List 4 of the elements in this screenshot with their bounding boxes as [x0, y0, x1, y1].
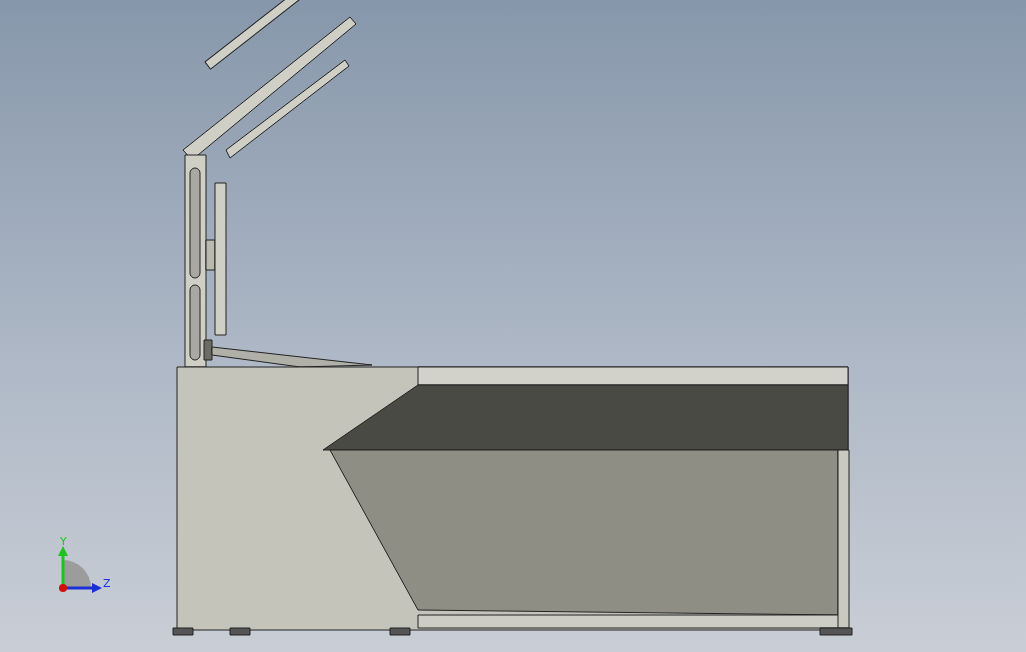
axis-label: Y — [60, 535, 67, 548]
triad-plane-drawing — [63, 560, 91, 588]
axis-label: Z — [103, 577, 111, 590]
origin-icon — [59, 584, 67, 592]
